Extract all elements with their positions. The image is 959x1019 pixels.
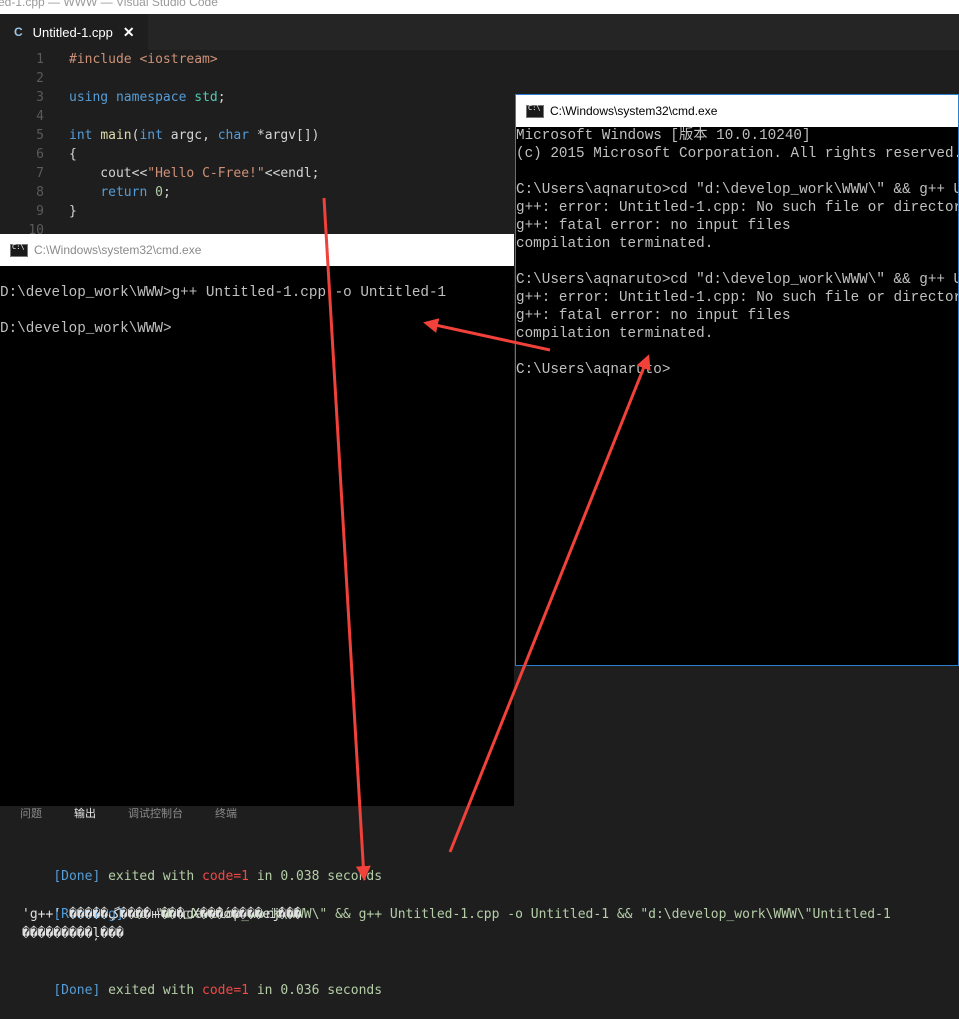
editor-tab-bar: C Untitled-1.cpp ✕: [0, 14, 959, 50]
code-line[interactable]: 7 cout<<"Hello C-Free!"<<endl;: [0, 164, 319, 183]
code-text: using namespace std;: [69, 90, 226, 105]
line-number: 5: [36, 128, 44, 143]
line-number: 3: [36, 90, 44, 105]
line-number: 8: [36, 185, 44, 200]
code-line[interactable]: 2: [0, 69, 44, 88]
cmd-line: [516, 343, 958, 361]
output-text: seconds: [319, 869, 383, 884]
line-number: 7: [36, 166, 44, 181]
elapsed-time: 0.038: [280, 869, 320, 884]
done-tag: [Done]: [53, 983, 101, 998]
window-titlebar: tled-1.cpp — WWW — Visual Studio Code: [0, 0, 959, 14]
line-number: 6: [36, 147, 44, 162]
exit-code: code=1: [202, 869, 249, 884]
code-line[interactable]: 1 #include <iostream>: [0, 50, 218, 69]
output-line-garbled-2: ���������ļ���: [22, 926, 124, 941]
cmd-line: Microsoft Windows [版本 10.0.10240]: [516, 128, 811, 144]
code-line[interactable]: 4: [0, 107, 44, 126]
line-number: 2: [36, 71, 44, 86]
elapsed-time: 0.036: [280, 983, 320, 998]
output-text: in: [249, 983, 281, 998]
exit-code: code=1: [202, 983, 249, 998]
cmd-line: g++: error: Untitled-1.cpp: No such file…: [516, 200, 958, 216]
cmd-line: [516, 163, 958, 181]
tab-untitled-1[interactable]: C Untitled-1.cpp ✕: [0, 14, 148, 50]
cmd-line: g++: fatal error: no input files: [516, 308, 791, 324]
code-text: {: [69, 147, 77, 162]
close-icon[interactable]: ✕: [123, 24, 135, 41]
code-text: int main(int argc, char *argv[]): [69, 128, 320, 143]
tab-problems[interactable]: 问题: [20, 806, 42, 822]
cpp-file-icon: C: [14, 25, 23, 39]
cmd-output[interactable]: Microsoft Windows [版本 10.0.10240] (c) 201…: [516, 127, 958, 665]
cmd-line: C:\Users\aqnaruto>: [516, 362, 671, 378]
code-line[interactable]: 9}: [0, 202, 77, 221]
cmd-line: D:\develop_work\WWW>: [0, 321, 172, 337]
output-line-done-2: [Done] exited with code=1 in 0.036 secon…: [22, 962, 382, 998]
tab-debug-console[interactable]: 调试控制台: [128, 806, 183, 822]
code-text: cout<<"Hello C-Free!"<<endl;: [69, 166, 320, 181]
tab-terminal[interactable]: 终端: [215, 806, 237, 822]
tab-output[interactable]: 输出: [74, 806, 96, 822]
code-text: #include <iostream>: [69, 52, 218, 67]
code-line[interactable]: 8 return 0;: [0, 183, 171, 202]
cmd-line: [516, 253, 958, 271]
cmd-line: compilation terminated.: [516, 236, 714, 252]
line-number: 4: [36, 109, 44, 124]
output-text: seconds: [319, 983, 383, 998]
cmd-line: C:\Users\aqnaruto>cd "d:\develop_work\WW…: [516, 272, 958, 288]
cmd-line: g++: error: Untitled-1.cpp: No such file…: [516, 290, 958, 306]
cmd-line: D:\develop_work\WWW>g++ Untitled-1.cpp -…: [0, 285, 447, 301]
cmd-title-text: C:\Windows\system32\cmd.exe: [550, 104, 718, 118]
cmd-line: g++: fatal error: no input files: [516, 218, 791, 234]
done-tag: [Done]: [53, 869, 101, 884]
output-line-garbled-1: 'g++' �����ڲ����ⲿ���□X���ǿ����еĳ���: [22, 907, 302, 922]
bottom-panel: 问题 输出 调试控制台 终端 [Done] exited with code=1…: [0, 806, 959, 1014]
output-text: exited with: [100, 983, 203, 998]
line-number: 9: [36, 204, 44, 219]
cmd-icon: [10, 243, 28, 257]
cmd-window-front[interactable]: C:\Windows\system32\cmd.exe D:\develop_w…: [0, 234, 514, 806]
tab-label: Untitled-1.cpp: [32, 24, 113, 40]
window-title: tled-1.cpp — WWW — Visual Studio Code: [0, 0, 218, 9]
cmd-titlebar[interactable]: C:\Windows\system32\cmd.exe: [516, 95, 958, 127]
output-line-running: [Running] cd "d:\develop_work\WWW\" && g…: [22, 886, 890, 922]
cmd-window-back[interactable]: C:\Windows\system32\cmd.exe Microsoft Wi…: [515, 94, 959, 666]
code-text: return 0;: [100, 185, 171, 200]
output-line-done-1: [Done] exited with code=1 in 0.038 secon…: [22, 848, 382, 884]
code-line[interactable]: 3 using namespace std;: [0, 88, 225, 107]
panel-tabs: 问题 输出 调试控制台 终端: [0, 806, 959, 828]
line-number: 1: [36, 52, 44, 67]
cmd-titlebar[interactable]: C:\Windows\system32\cmd.exe: [0, 234, 514, 266]
cmd-line: (c) 2015 Microsoft Corporation. All righ…: [516, 146, 958, 162]
cmd-output[interactable]: D:\develop_work\WWW>g++ Untitled-1.cpp -…: [0, 284, 514, 806]
cmd-line: compilation terminated.: [516, 326, 714, 342]
output-text: exited with: [100, 869, 203, 884]
output-text: in: [249, 869, 281, 884]
cmd-line: [0, 302, 514, 320]
code-text: }: [69, 204, 77, 219]
cmd-icon: [526, 104, 544, 118]
cmd-title-text: C:\Windows\system32\cmd.exe: [34, 243, 202, 257]
code-line[interactable]: 5 int main(int argc, char *argv[]): [0, 126, 319, 145]
cmd-line: C:\Users\aqnaruto>cd "d:\develop_work\WW…: [516, 182, 958, 198]
code-line[interactable]: 6{: [0, 145, 77, 164]
